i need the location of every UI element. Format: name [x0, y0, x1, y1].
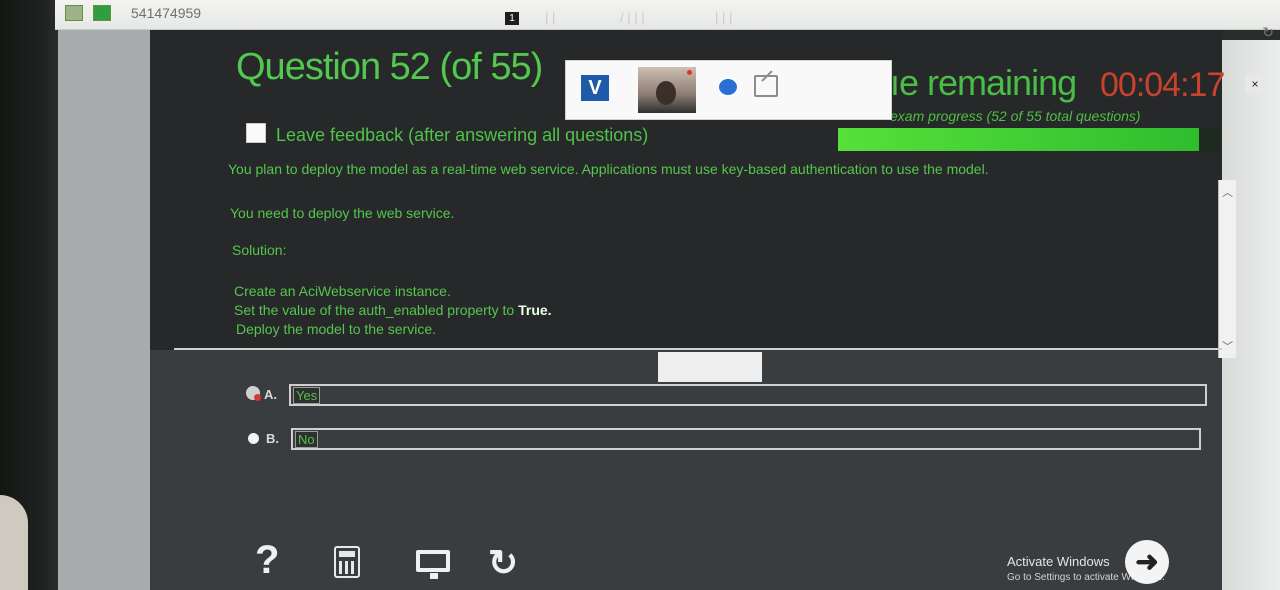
time-remaining-value: 00:04:17: [1100, 66, 1225, 104]
solution-step: Create an AciWebservice instance.: [234, 283, 451, 299]
app-icon[interactable]: [65, 5, 83, 21]
refresh-icon[interactable]: ↻: [1262, 24, 1274, 41]
scroll-down-icon[interactable]: ﹀: [1222, 338, 1233, 354]
solution-step: Deploy the model to the service.: [236, 321, 436, 337]
top-toolbar: 541474959 1 | | / | | | | | | ↻: [55, 0, 1280, 40]
toolbar-faint-icon: / | | |: [620, 10, 645, 25]
question-goal: You need to deploy the web service.: [230, 205, 455, 221]
question-scenario: You plan to deploy the model as a real-t…: [228, 161, 989, 177]
desk-corner: [0, 495, 28, 590]
solution-step-text: Set the value of the auth_enabled proper…: [234, 302, 519, 318]
toolbar-faint-icon: | | |: [715, 10, 733, 25]
solution-step: Set the value of the auth_enabled proper…: [234, 301, 552, 319]
option-letter: A.: [264, 387, 277, 402]
feedback-checkbox[interactable]: [246, 123, 266, 143]
exam-progress-text: exam progress (52 of 55 total questions): [890, 108, 1141, 124]
pane-resize-handle[interactable]: [658, 352, 762, 382]
option-radio[interactable]: [248, 433, 259, 444]
chat-icon[interactable]: [719, 79, 737, 95]
question-scrollbar[interactable]: ︿ ﹀: [1218, 180, 1236, 358]
option-letter: B.: [266, 431, 279, 446]
feedback-label: Leave feedback (after answering all ques…: [276, 125, 649, 145]
activate-windows-title: Activate Windows: [1007, 554, 1110, 569]
option-answer-box[interactable]: No: [291, 428, 1201, 450]
exam-progress-fill: [838, 128, 1199, 151]
toolbar-faint-icon: | |: [545, 10, 556, 25]
option-text: Yes: [293, 387, 321, 404]
answer-option-b[interactable]: B. No: [246, 428, 1206, 450]
reset-icon[interactable]: ↻: [488, 542, 518, 584]
proctor-panel: V: [565, 60, 892, 120]
recording-indicator-icon: [687, 70, 692, 75]
left-pane: [58, 30, 150, 590]
edit-note-icon[interactable]: [754, 75, 778, 97]
time-remaining-label: ıe remaining: [890, 62, 1077, 103]
exam-window: Question 52 (of 55) ıe remaining 00:04:1…: [150, 30, 1265, 590]
answer-option-a[interactable]: A. Yes: [244, 384, 1210, 406]
question-title: Question 52 (of 55): [236, 46, 543, 88]
marked-answer-icon: [244, 384, 266, 406]
next-arrow-button[interactable]: ➜: [1125, 540, 1169, 584]
toolbar-number-badge[interactable]: 1: [505, 12, 519, 25]
pane-divider: [174, 348, 1222, 350]
close-button[interactable]: ×: [1245, 75, 1265, 93]
checkmark-app-icon[interactable]: [93, 5, 111, 21]
option-answer-box[interactable]: Yes: [289, 384, 1207, 406]
exam-progress-bar: [838, 128, 1220, 151]
proctor-logo: V: [581, 75, 609, 101]
session-id: 541474959: [131, 5, 202, 21]
scroll-up-icon[interactable]: ︿: [1222, 184, 1233, 200]
webcam-person: [656, 81, 676, 105]
monitor-icon[interactable]: [416, 550, 450, 579]
help-icon[interactable]: ?: [255, 538, 279, 583]
selected-marker-icon: [254, 394, 261, 401]
webcam-video: [638, 67, 696, 113]
solution-step-emphasis: True.: [518, 302, 552, 318]
calculator-icon[interactable]: [334, 546, 360, 578]
solution-heading: Solution:: [232, 242, 287, 258]
option-text: No: [295, 431, 318, 448]
